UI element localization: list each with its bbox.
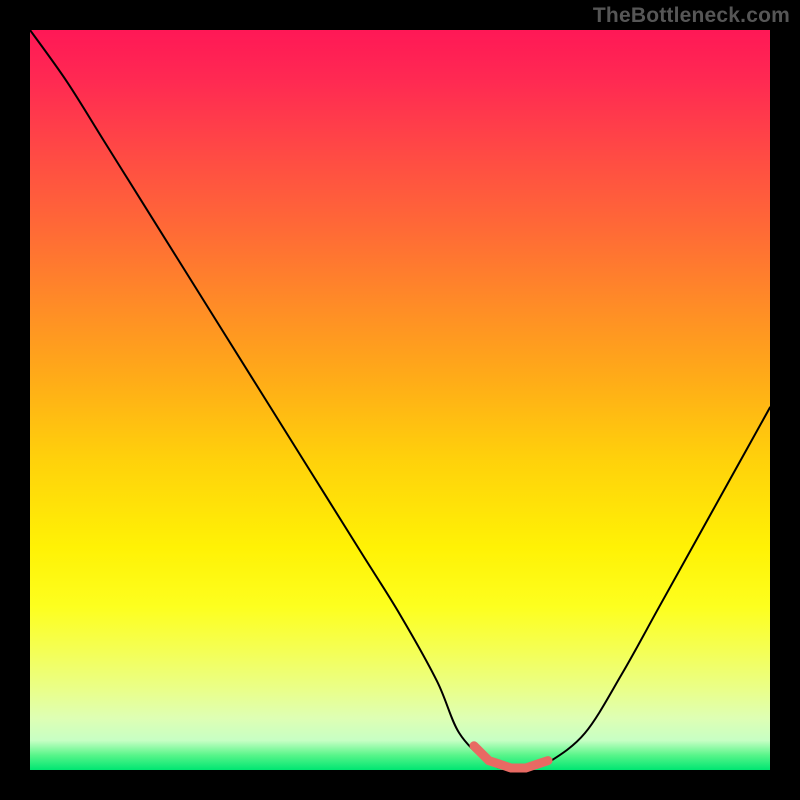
bottleneck-curve-svg [30, 30, 770, 770]
watermark-text: TheBottleneck.com [593, 4, 790, 28]
bottleneck-curve [30, 30, 770, 771]
chart-plot-area [30, 30, 770, 770]
sweet-spot-marker [474, 746, 548, 768]
